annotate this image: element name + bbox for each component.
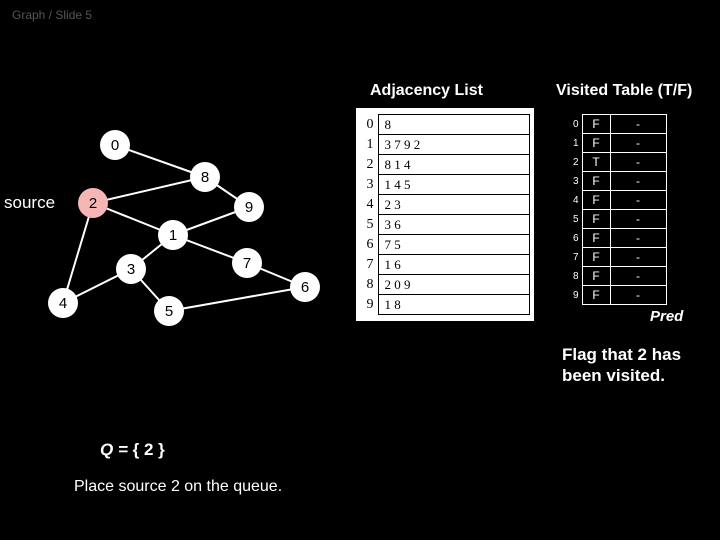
visited-pred: - [610,267,666,286]
node-2: 2 [78,188,108,218]
visited-val: F [582,267,610,286]
visited-pred: - [610,134,666,153]
source-label: source [4,193,55,213]
node-5: 5 [154,296,184,326]
visited-idx: 1 [562,134,582,153]
visited-idx: 3 [562,172,582,191]
visited-table: 0F- 1F- 2T- 3F- 4F- 5F- 6F- 7F- 8F- 9F- [562,114,667,305]
node-1: 1 [158,220,188,250]
visited-idx: 7 [562,248,582,267]
queue-label: Q = [100,440,133,459]
node-0: 0 [100,130,130,160]
visited-idx: 4 [562,191,582,210]
node-9: 9 [234,192,264,222]
adj-idx: 0 [360,115,378,135]
slide-header: Graph / Slide 5 [0,0,720,30]
adj-row: 8 1 4 [378,155,530,175]
adj-idx: 8 [360,275,378,295]
visited-pred: - [610,115,666,134]
visited-val: T [582,153,610,172]
adj-row: 1 8 [378,295,530,315]
visited-pred: - [610,229,666,248]
adj-idx: 2 [360,155,378,175]
node-7: 7 [232,248,262,278]
adj-idx: 5 [360,215,378,235]
visited-idx: 6 [562,229,582,248]
visited-val: F [582,134,610,153]
adj-row: 3 7 9 2 [378,135,530,155]
adj-idx: 6 [360,235,378,255]
adj-row: 8 [378,115,530,135]
visited-pred: - [610,172,666,191]
adj-idx: 3 [360,175,378,195]
adj-row: 1 4 5 [378,175,530,195]
visited-pred: - [610,191,666,210]
adj-row: 1 6 [378,255,530,275]
adj-row: 2 0 9 [378,275,530,295]
queue-content: { 2 } [133,440,165,459]
adjacency-list: 08 13 7 9 2 28 1 4 31 4 5 42 3 53 6 67 5… [356,108,534,321]
visited-idx: 9 [562,286,582,305]
pred-label: Pred [650,308,683,325]
adjacency-title: Adjacency List [370,82,483,100]
flag-text: Flag that 2 has been visited. [562,344,712,387]
node-6: 6 [290,272,320,302]
visited-val: F [582,172,610,191]
visited-val: F [582,286,610,305]
visited-val: F [582,115,610,134]
adj-row: 2 3 [378,195,530,215]
visited-pred: - [610,153,666,172]
adj-idx: 1 [360,135,378,155]
node-3: 3 [116,254,146,284]
adj-row: 7 5 [378,235,530,255]
visited-pred: - [610,210,666,229]
adj-idx: 9 [360,295,378,315]
visited-idx: 2 [562,153,582,172]
graph-diagram: source 0 2 8 9 1 3 4 5 7 6 [0,100,360,360]
visited-pred: - [610,286,666,305]
visited-pred: - [610,248,666,267]
visited-val: F [582,191,610,210]
node-8: 8 [190,162,220,192]
adj-idx: 7 [360,255,378,275]
visited-val: F [582,210,610,229]
visited-idx: 8 [562,267,582,286]
visited-idx: 0 [562,115,582,134]
visited-title: Visited Table (T/F) [556,82,692,100]
place-text: Place source 2 on the queue. [74,478,282,496]
visited-val: F [582,248,610,267]
visited-idx: 5 [562,210,582,229]
queue-line: Q = { 2 } [100,440,165,460]
adj-idx: 4 [360,195,378,215]
adj-row: 3 6 [378,215,530,235]
node-4: 4 [48,288,78,318]
visited-val: F [582,229,610,248]
